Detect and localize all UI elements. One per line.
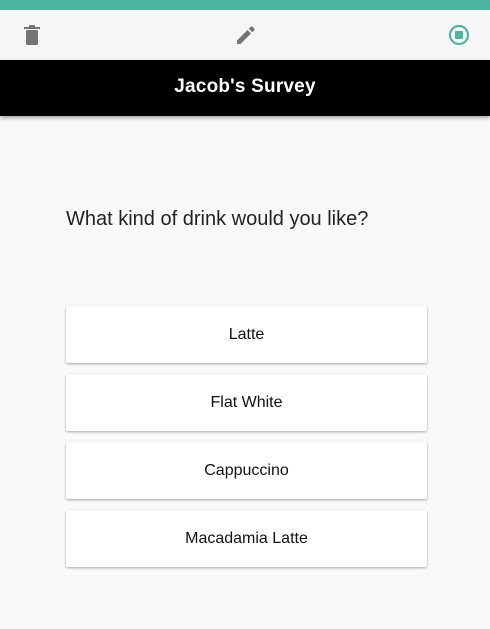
delete-button[interactable] — [20, 23, 44, 47]
delete-icon — [24, 25, 40, 45]
stop-icon — [448, 24, 470, 46]
top-accent-bar — [0, 0, 490, 10]
edit-button[interactable] — [234, 23, 258, 47]
option-macadamia-latte[interactable]: Macadamia Latte — [66, 510, 427, 567]
option-flat-white[interactable]: Flat White — [66, 374, 427, 431]
survey-page: Jacob's Survey What kind of drink would … — [0, 0, 490, 629]
question-text: What kind of drink would you like? — [66, 208, 369, 230]
survey-title: Jacob's Survey — [174, 76, 316, 97]
stop-button[interactable] — [447, 23, 471, 47]
answer-options: Latte Flat White Cappuccino Macadamia La… — [66, 306, 427, 578]
option-latte[interactable]: Latte — [66, 306, 427, 363]
edit-icon — [237, 26, 255, 44]
toolbar — [0, 10, 490, 60]
title-bar: Jacob's Survey — [0, 60, 490, 116]
option-cappuccino[interactable]: Cappuccino — [66, 442, 427, 499]
